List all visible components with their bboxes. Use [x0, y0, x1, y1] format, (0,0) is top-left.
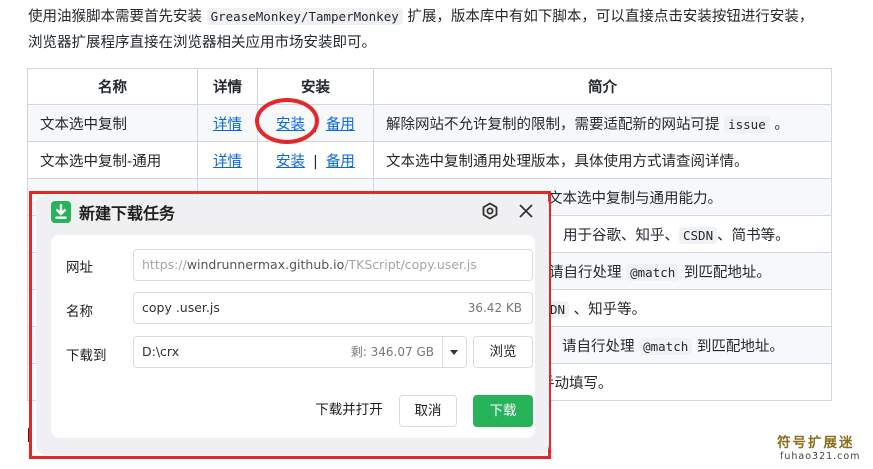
filename-field[interactable]: copy .user.js 36.42 KB	[133, 292, 533, 324]
intro-text-c: 浏览器扩展程序直接在浏览器相关应用市场安装即可。	[28, 35, 376, 51]
script-desc: 解除网站不允许复制的限制，需要适配新的网站可提 issue 。	[373, 104, 832, 142]
header-name: 名称	[27, 68, 198, 105]
url-host: windrunnermax.github.io	[186, 257, 345, 272]
url-path: /TKScript/copy.user.js	[344, 257, 477, 272]
url-label: 网址	[66, 260, 93, 276]
desc-text: 。	[769, 116, 789, 133]
dialog-body: 网址 https://windrunnermax.github.io/TKScr…	[51, 235, 535, 438]
install-link[interactable]: 安装	[276, 154, 305, 170]
intro-code: GreaseMonkey/TamperMonkey	[206, 8, 403, 25]
highlight-circle	[255, 98, 319, 144]
link-separator: |	[313, 153, 318, 170]
detail-link[interactable]: 详情	[213, 154, 242, 170]
chevron-down-icon	[450, 350, 458, 355]
close-icon[interactable]	[514, 199, 538, 223]
desc-text: 请自行处理	[562, 338, 640, 355]
script-name: 文本选中复制-通用	[27, 141, 198, 179]
cancel-button[interactable]: 取消	[399, 395, 457, 427]
table-row: 文本选中复制 详情 安装 | 备用 解除网站不允许复制的限制，需要适配新的网站可提 …	[27, 104, 832, 142]
download-dialog: 新建下载任务 网址 https://windrunnermax.github.i…	[36, 195, 549, 455]
free-space: 剩: 346.07 GB	[350, 345, 434, 359]
path-label: 下载到	[66, 348, 107, 364]
desc-code: @match	[626, 263, 680, 281]
dialog-title: 新建下载任务	[79, 204, 176, 223]
desc-text: 文本选中复制通用处理版本，具体使用方式请查阅详情。	[386, 153, 749, 170]
detail-link[interactable]: 详情	[213, 117, 242, 133]
desc-code: issue	[724, 115, 770, 133]
settings-icon[interactable]	[480, 201, 500, 221]
desc-text: 、知乎等。	[569, 301, 647, 318]
download-app-icon	[51, 201, 71, 223]
desc-text: 、简书等。	[717, 227, 790, 244]
desc-text: 请自行处理	[549, 264, 627, 281]
desc-text: 到匹配地址。	[692, 338, 784, 355]
watermark-title: 符号扩展迷	[777, 435, 855, 451]
backup-link[interactable]: 备用	[326, 154, 355, 170]
filename-value: copy .user.js	[142, 300, 220, 315]
save-path-value: D:\crx	[142, 344, 180, 359]
desc-text: 到匹配地址。	[679, 264, 771, 281]
backup-link[interactable]: 备用	[326, 117, 355, 133]
table-header-row: 名称 详情 安装 简介	[27, 68, 832, 105]
script-name: 文本选中复制	[27, 104, 198, 142]
name-label: 名称	[66, 304, 93, 320]
desc-code: CSDN	[679, 226, 718, 244]
download-and-open-button[interactable]: 下载并打开	[307, 395, 391, 427]
intro-text-b: 扩展，版本库中有如下脚本，可以直接点击安装按钮进行安装，	[402, 9, 814, 25]
download-button[interactable]: 下载	[473, 395, 533, 427]
url-scheme: https://	[142, 257, 187, 272]
path-dropdown-button[interactable]	[443, 336, 467, 368]
url-field[interactable]: https://windrunnermax.github.io/TKScript…	[133, 249, 533, 281]
intro-text-a: 使用油猴脚本需要首先安装	[28, 9, 207, 25]
table-row: 文本选中复制-通用 详情 安装 | 备用 文本选中复制通用处理版本，具体使用方式请查…	[27, 141, 832, 179]
script-desc: 文本选中复制通用处理版本，具体使用方式请查阅详情。	[373, 141, 832, 179]
intro-text: 使用油猴脚本需要首先安装 GreaseMonkey/TamperMonkey 扩…	[28, 4, 868, 56]
header-detail: 详情	[197, 68, 258, 105]
desc-text: 用于谷歌、知乎、	[563, 227, 679, 244]
save-path-field[interactable]: D:\crx 剩: 346.07 GB	[133, 336, 443, 368]
desc-code: @match	[639, 337, 693, 355]
desc-text: 解除网站不允许复制的限制，需要适配新的网站可提	[386, 116, 725, 133]
browse-button[interactable]: 浏览	[473, 336, 533, 368]
file-size: 36.42 KB	[467, 301, 522, 315]
watermark-url: fuhao321.com	[780, 451, 861, 462]
desc-text: 文本选中复制与通用能力。	[548, 190, 722, 207]
header-desc: 简介	[373, 68, 832, 105]
